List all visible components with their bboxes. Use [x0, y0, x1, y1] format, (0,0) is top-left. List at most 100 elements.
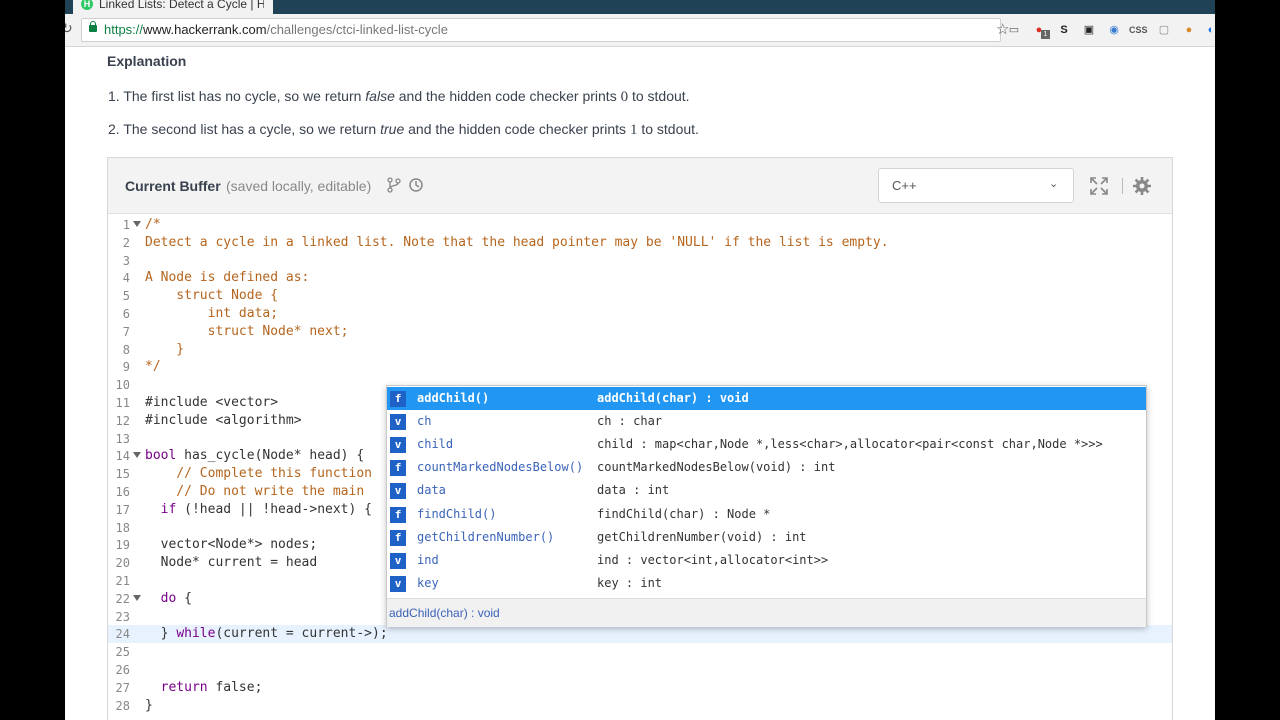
- code-line[interactable]: 9 */: [108, 358, 1172, 376]
- expl-2-mid: and the hidden code checker prints: [404, 121, 630, 137]
- code-line[interactable]: 6 int data;: [108, 305, 1172, 323]
- explanation-item-2: 2. The second list has a cycle, so we re…: [108, 121, 699, 139]
- code-text: */: [145, 358, 161, 376]
- line-number: 19: [115, 538, 130, 553]
- autocomplete-item[interactable]: f countMarkedNodesBelow() countMarkedNodes…: [387, 456, 1146, 479]
- code-line[interactable]: 27 return false;: [108, 679, 1172, 697]
- autocomplete-item-signature: ch : char: [597, 414, 663, 429]
- fold-toggle-icon[interactable]: [133, 594, 141, 601]
- autocomplete-item-name: findChild(): [417, 506, 497, 521]
- autocomplete-item[interactable]: f addChild() addChild(char) : void: [387, 387, 1146, 410]
- code-text: } while(current = current->);: [145, 625, 388, 643]
- line-number: 4: [122, 271, 130, 286]
- code-text: struct Node {: [145, 287, 278, 305]
- url-path: /challenges/ctci-linked-list-cycle: [266, 22, 448, 37]
- autocomplete-item-signature: countMarkedNodesBelow(void) : int: [597, 460, 836, 475]
- autocomplete-item-name: ind: [417, 552, 439, 567]
- code-token: // Complete this function: [145, 466, 372, 482]
- code-line[interactable]: 8 }: [108, 341, 1172, 359]
- autocomplete-item[interactable]: v ind ind : vector<int,allocator<int>>: [387, 549, 1146, 572]
- ext-page-icon[interactable]: ▢: [1156, 22, 1172, 38]
- expl-1-value: false: [365, 88, 395, 104]
- code-line[interactable]: 4 A Node is defined as:: [108, 269, 1172, 287]
- ext-compass-icon[interactable]: ◉: [1106, 22, 1122, 38]
- code-token: struct Node {: [145, 288, 279, 304]
- url-text[interactable]: https://www.hackerrank.com/challenges/ct…: [104, 22, 448, 37]
- function-kind-icon: f: [390, 460, 406, 477]
- code-line[interactable]: 5 struct Node {: [108, 287, 1172, 305]
- fold-toggle-icon[interactable]: [133, 452, 141, 459]
- code-token: A Node is defined as:: [145, 270, 310, 286]
- autocomplete-detail: addChild(char) : void: [387, 598, 1146, 627]
- autocomplete-item-name: data: [417, 483, 446, 498]
- line-number: 18: [115, 520, 130, 535]
- autocomplete-item[interactable]: f findChild() findChild(char) : Node *: [387, 503, 1146, 526]
- ext-car-icon[interactable]: ▣: [1081, 22, 1097, 38]
- chevron-down-icon: ⌄: [1049, 178, 1059, 190]
- line-number: 26: [115, 663, 130, 677]
- code-line[interactable]: 26: [108, 661, 1172, 679]
- code-line[interactable]: 28}: [108, 697, 1172, 715]
- address-bar[interactable]: https://www.hackerrank.com/challenges/ct…: [81, 18, 1009, 42]
- tab-title: Linked Lists: Detect a Cycle | H: [99, 0, 264, 11]
- explanation-item-1: 1. The first list has no cycle, so we re…: [108, 88, 690, 106]
- autocomplete-item[interactable]: v data data : int: [387, 479, 1146, 502]
- line-number: 10: [115, 378, 130, 393]
- gear-icon[interactable]: [1133, 177, 1151, 195]
- autocomplete-item[interactable]: v child child : map<char,Node *,less<char>…: [387, 433, 1146, 456]
- ext-blue-icon[interactable]: ◐: [1203, 22, 1215, 38]
- code-token: do: [160, 590, 177, 606]
- code-line[interactable]: 2 Detect a cycle in a linked list. Note t…: [108, 234, 1172, 252]
- tab-strip: H Linked Lists: Detect a Cycle | H: [65, 0, 1215, 14]
- history-icon[interactable]: [408, 177, 424, 193]
- autocomplete-item[interactable]: v key key : int: [387, 572, 1146, 595]
- line-number: 24: [115, 627, 130, 642]
- code-line[interactable]: 3: [108, 252, 1172, 270]
- code-token: struct Node* next;: [145, 323, 349, 339]
- autocomplete-item[interactable]: v ch ch : char: [387, 410, 1146, 433]
- code-token: int data;: [145, 306, 279, 321]
- autocomplete-item[interactable]: f getChildrenNumber() getChildrenNumber(vo…: [387, 526, 1146, 549]
- code-token: }: [145, 341, 185, 357]
- autocomplete-item-signature: data : int: [597, 483, 670, 498]
- line-number: 20: [115, 556, 130, 571]
- code-line[interactable]: 7 struct Node* next;: [108, 323, 1172, 341]
- variable-kind-icon: v: [390, 437, 406, 454]
- ext-cookie-icon[interactable]: ●: [1181, 22, 1197, 38]
- function-kind-icon: f: [390, 506, 406, 523]
- ext-s-icon[interactable]: S: [1056, 22, 1072, 38]
- code-token: {: [176, 590, 192, 606]
- autocomplete-item-name: child: [417, 437, 454, 452]
- code-line[interactable]: 1 /*: [108, 216, 1172, 234]
- fold-toggle-icon[interactable]: [133, 221, 141, 227]
- autocomplete-detail-text: addChild(char) : void: [389, 606, 500, 620]
- code-text: int data;: [145, 305, 278, 323]
- language-select[interactable]: C++ ⌄: [878, 168, 1074, 203]
- code-token: #include <algorithm>: [145, 412, 302, 428]
- code-line[interactable]: 24 } while(current = current->);: [108, 625, 1172, 644]
- code-text: Node* current = head: [145, 554, 318, 572]
- autocomplete-item-name: key: [417, 575, 439, 590]
- code-token: */: [145, 359, 161, 375]
- fullscreen-icon[interactable]: [1090, 177, 1108, 195]
- cast-icon[interactable]: ▭: [1006, 22, 1022, 38]
- line-number: 3: [122, 253, 130, 268]
- hackerrank-favicon-icon: H: [81, 0, 93, 10]
- browser-window: H Linked Lists: Detect a Cycle | H ↻ htt…: [65, 0, 1215, 720]
- reload-icon[interactable]: ↻: [65, 20, 73, 37]
- code-text: A Node is defined as:: [145, 269, 309, 287]
- browser-tab[interactable]: H Linked Lists: Detect a Cycle | H: [73, 0, 273, 14]
- expl-2-value: true: [380, 121, 405, 137]
- css-icon[interactable]: CSS: [1129, 22, 1148, 38]
- line-number: 2: [122, 235, 130, 250]
- variable-kind-icon: v: [390, 414, 406, 431]
- line-number: 23: [115, 609, 130, 624]
- line-number: 17: [115, 502, 130, 517]
- code-text: // Complete this function: [145, 465, 372, 483]
- branch-icon[interactable]: [387, 177, 401, 193]
- code-line[interactable]: 25: [108, 643, 1172, 661]
- code-text: // Do not write the main: [145, 483, 364, 501]
- autocomplete-item-name: addChild(): [417, 391, 490, 405]
- url-host: www.hackerrank.com: [143, 22, 267, 37]
